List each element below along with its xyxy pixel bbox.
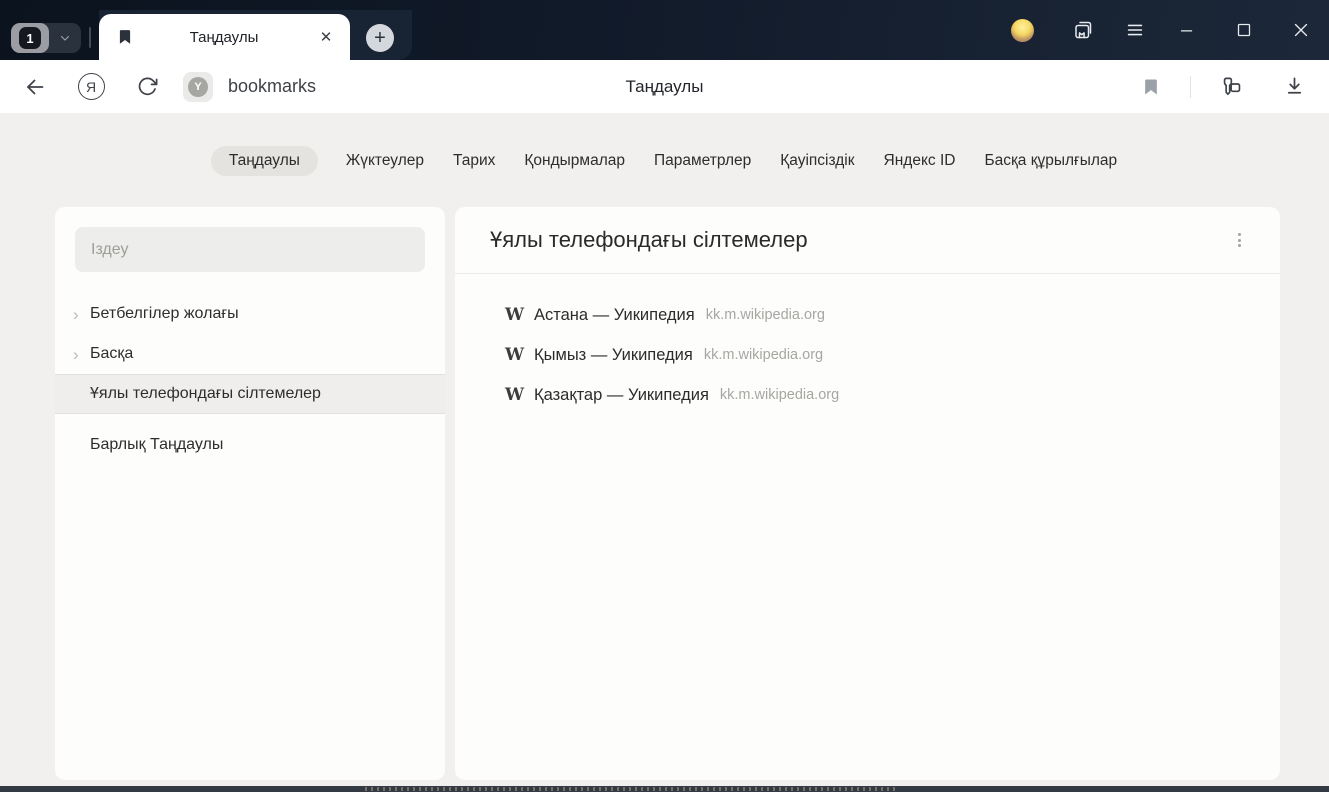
new-tab-button[interactable]: + xyxy=(366,24,394,52)
bookmark-page-button[interactable] xyxy=(1134,70,1168,104)
folder-list: › Бетбелгілер жолағы › Басқа Ұялы телефо… xyxy=(55,294,445,414)
bookmark-title[interactable]: Астана — Уикипедия xyxy=(534,306,695,325)
all-bookmarks-item[interactable]: Барлық Таңдаулы xyxy=(55,425,445,465)
bookmark-url: kk.m.wikipedia.org xyxy=(706,307,825,323)
toolbar-page-title: Таңдаулы xyxy=(300,77,1029,97)
password-manager-button[interactable] xyxy=(1213,70,1247,104)
tab-count: 1 xyxy=(19,27,41,49)
toolbar-right-actions xyxy=(1112,70,1311,104)
browser-toolbar: Я Y bookmarks Таңдаулы xyxy=(0,60,1329,113)
tab-history[interactable]: Тарих xyxy=(452,146,496,176)
wikipedia-favicon: W xyxy=(505,385,527,405)
tab-settings[interactable]: Параметрлер xyxy=(653,146,752,176)
profile-avatar[interactable] xyxy=(1011,19,1034,42)
folder-bookmarks-bar[interactable]: › Бетбелгілер жолағы xyxy=(55,294,445,334)
tab-bookmarks[interactable]: Таңдаулы xyxy=(211,146,318,176)
downloads-button[interactable] xyxy=(1277,70,1311,104)
chevron-down-icon xyxy=(49,32,81,44)
yandex-home-button[interactable]: Я xyxy=(74,70,108,104)
bookmarks-page: Таңдаулы Жүктеулер Тарих Қондырмалар Пар… xyxy=(0,113,1329,792)
bookmark-row[interactable]: W Астана — Уикипедия kk.m.wikipedia.org xyxy=(455,295,1280,335)
tab-downloads[interactable]: Жүктеулер xyxy=(345,146,425,176)
side-panel-bookmarks-button[interactable] xyxy=(1054,0,1112,60)
hamburger-menu-icon xyxy=(1124,19,1146,41)
tab-counter-pill: 1 xyxy=(11,23,49,53)
kebab-dot xyxy=(1238,239,1241,242)
kebab-menu-button[interactable] xyxy=(1228,229,1250,252)
folder-title: Ұялы телефондағы сілтемелер xyxy=(490,227,1228,253)
folder-label: Басқа xyxy=(90,345,133,363)
tab-counter-button[interactable]: 1 xyxy=(11,23,81,53)
key-icon xyxy=(1218,74,1243,99)
tab-close-icon[interactable]: ✕ xyxy=(314,25,338,49)
settings-nav-tabs: Таңдаулы Жүктеулер Тарих Қондырмалар Пар… xyxy=(0,113,1329,176)
titlebar: 1 Таңдаулы ✕ + xyxy=(0,0,1329,60)
tab-yandex-id[interactable]: Яндекс ID xyxy=(883,146,957,176)
bookmarks-sidebar: › Бетбелгілер жолағы › Басқа Ұялы телефо… xyxy=(55,207,445,780)
bookmark-url: kk.m.wikipedia.org xyxy=(720,387,839,403)
back-arrow-icon xyxy=(23,75,47,99)
bookmark-row[interactable]: W Қымыз — Уикипедия kk.m.wikipedia.org xyxy=(455,335,1280,375)
wikipedia-favicon: W xyxy=(505,305,527,325)
bookmark-url: kk.m.wikipedia.org xyxy=(704,347,823,363)
kebab-dot xyxy=(1238,244,1241,247)
toolbar-divider xyxy=(1190,76,1191,98)
kebab-dot xyxy=(1238,233,1241,236)
minimize-icon xyxy=(1176,19,1198,41)
bookmark-title[interactable]: Қымыз — Уикипедия xyxy=(534,346,693,365)
download-icon xyxy=(1283,75,1306,98)
favicon-y-icon: Y xyxy=(188,77,208,97)
bookmark-filled-icon xyxy=(1141,77,1161,97)
folder-label: Ұялы телефондағы сілтемелер xyxy=(90,385,321,403)
cards-row: › Бетбелгілер жолағы › Басқа Ұялы телефо… xyxy=(55,207,1280,780)
address-bar-url[interactable]: bookmarks xyxy=(228,76,316,97)
search-input[interactable] xyxy=(75,227,425,272)
bookmarks-main-panel: Ұялы телефондағы сілтемелер W Астана — У… xyxy=(455,207,1280,780)
folder-label: Бетбелгілер жолағы xyxy=(90,305,239,323)
folder-mobile-links[interactable]: Ұялы телефондағы сілтемелер xyxy=(55,374,445,414)
site-favicon: Y xyxy=(183,72,213,102)
folder-header: Ұялы телефондағы сілтемелер xyxy=(455,207,1280,274)
bookmark-row[interactable]: W Қазақтар — Уикипедия kk.m.wikipedia.or… xyxy=(455,375,1280,415)
tab-extensions[interactable]: Қондырмалар xyxy=(523,146,626,176)
chevron-right-icon[interactable]: › xyxy=(73,306,90,323)
refresh-button[interactable] xyxy=(130,70,164,104)
window-close-button[interactable] xyxy=(1272,0,1329,60)
tab-title: Таңдаулы xyxy=(134,29,314,46)
window-maximize-button[interactable] xyxy=(1215,0,1272,60)
tab-other-devices[interactable]: Басқа құрылғылар xyxy=(983,146,1118,176)
browser-tab-active[interactable]: Таңдаулы ✕ xyxy=(99,14,350,60)
bookmark-panel-icon xyxy=(1071,18,1095,42)
maximize-icon xyxy=(1233,19,1255,41)
tabstrip-divider xyxy=(89,27,91,48)
bookmark-title[interactable]: Қазақтар — Уикипедия xyxy=(534,386,709,405)
wikipedia-favicon: W xyxy=(505,345,527,365)
taskbar-peek-strip xyxy=(0,786,1329,792)
address-bar[interactable]: Y bookmarks xyxy=(183,72,316,102)
bookmark-list: W Астана — Уикипедия kk.m.wikipedia.org … xyxy=(455,274,1280,415)
bookmark-tab-icon xyxy=(116,28,134,46)
close-icon xyxy=(1290,19,1312,41)
taskbar-icons-peek xyxy=(365,787,895,791)
folder-other[interactable]: › Басқа xyxy=(55,334,445,374)
yandex-logo-icon: Я xyxy=(78,73,105,100)
chevron-right-icon[interactable]: › xyxy=(73,346,90,363)
all-bookmarks-label: Барлық Таңдаулы xyxy=(90,436,223,454)
back-button[interactable] xyxy=(18,70,52,104)
tab-security[interactable]: Қауіпсіздік xyxy=(779,146,855,176)
browser-menu-button[interactable] xyxy=(1112,0,1158,60)
titlebar-controls xyxy=(1011,0,1329,60)
refresh-icon xyxy=(136,75,159,98)
window-minimize-button[interactable] xyxy=(1158,0,1215,60)
